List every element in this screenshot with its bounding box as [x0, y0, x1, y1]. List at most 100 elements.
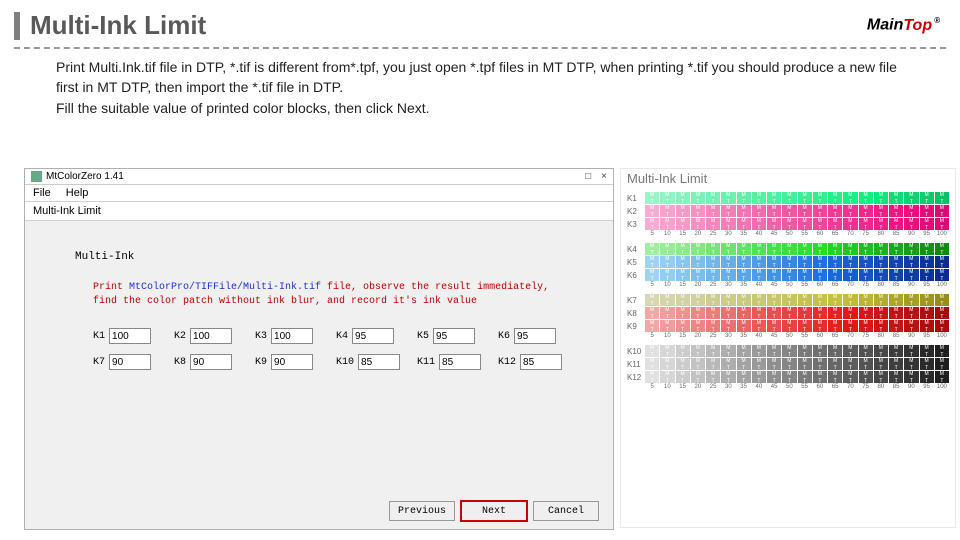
color-swatch: MT [691, 320, 705, 332]
color-swatch: MT [737, 358, 751, 370]
k-input[interactable] [190, 328, 232, 344]
chart-row-label: K4 [627, 245, 645, 254]
color-swatch: MT [660, 205, 674, 217]
k-input[interactable] [352, 328, 394, 344]
color-swatch: MT [889, 371, 903, 383]
color-swatch: MT [920, 269, 934, 281]
color-swatch: MT [752, 307, 766, 319]
color-swatch: MT [828, 205, 842, 217]
divider [14, 47, 946, 49]
menu-help[interactable]: Help [66, 187, 89, 199]
close-icon[interactable]: × [601, 171, 607, 182]
k-label: K7 [93, 357, 105, 368]
color-swatch: MT [874, 192, 888, 204]
k-field-k7: K7 [93, 354, 168, 370]
color-swatch: MT [874, 218, 888, 230]
color-swatch: MT [920, 345, 934, 357]
k-input[interactable] [433, 328, 475, 344]
color-swatch: MT [920, 294, 934, 306]
color-swatch: MT [920, 205, 934, 217]
color-swatch: MT [676, 192, 690, 204]
color-swatch: MT [904, 205, 918, 217]
next-button[interactable]: Next [461, 501, 527, 521]
color-swatch: MT [782, 256, 796, 268]
color-swatch: MT [828, 256, 842, 268]
menu-file[interactable]: File [33, 187, 51, 199]
swatch-strip: MTMTMTMTMTMTMTMTMTMTMTMTMTMTMTMTMTMTMTMT [645, 345, 949, 357]
k-input[interactable] [190, 354, 232, 370]
color-swatch: MT [798, 358, 812, 370]
color-swatch: MT [889, 218, 903, 230]
color-swatch: MT [645, 205, 659, 217]
color-swatch: MT [737, 243, 751, 255]
color-swatch: MT [904, 358, 918, 370]
color-swatch: MT [645, 269, 659, 281]
maximize-icon[interactable]: □ [585, 171, 591, 182]
color-swatch: MT [859, 218, 873, 230]
color-swatch: MT [737, 218, 751, 230]
title-accent [14, 12, 20, 40]
color-swatch: MT [798, 345, 812, 357]
color-swatch: MT [798, 371, 812, 383]
color-swatch: MT [798, 307, 812, 319]
k-input[interactable] [271, 354, 313, 370]
cancel-button[interactable]: Cancel [533, 501, 599, 521]
color-swatch: MT [828, 192, 842, 204]
color-swatch: MT [721, 256, 735, 268]
color-swatch: MT [676, 371, 690, 383]
color-swatch: MT [813, 307, 827, 319]
window-titlebar: MtColorZero 1.41 □ × [25, 169, 613, 185]
color-swatch: MT [889, 256, 903, 268]
app-window: MtColorZero 1.41 □ × File Help Multi-Ink… [24, 168, 614, 530]
color-swatch: MT [676, 205, 690, 217]
color-swatch: MT [660, 243, 674, 255]
color-swatch: MT [691, 256, 705, 268]
k-field-k4: K4 [336, 328, 411, 344]
color-swatch: MT [767, 371, 781, 383]
k-input[interactable] [514, 328, 556, 344]
color-swatch: MT [874, 358, 888, 370]
k-input[interactable] [439, 354, 481, 370]
breadcrumb: Multi-Ink Limit [25, 202, 613, 221]
color-swatch: MT [752, 218, 766, 230]
color-swatch: MT [843, 205, 857, 217]
color-swatch: MT [798, 294, 812, 306]
color-swatch: MT [676, 358, 690, 370]
color-swatch: MT [798, 218, 812, 230]
previous-button[interactable]: Previous [389, 501, 455, 521]
chart-axis: 5101520253035404550556065707580859095100 [645, 384, 949, 390]
k-input[interactable] [109, 328, 151, 344]
k-label: K10 [336, 357, 354, 368]
color-swatch: MT [843, 243, 857, 255]
k-input[interactable] [358, 354, 400, 370]
color-swatch: MT [874, 269, 888, 281]
color-swatch: MT [752, 205, 766, 217]
color-swatch: MT [920, 256, 934, 268]
color-swatch: MT [859, 243, 873, 255]
color-swatch: MT [767, 218, 781, 230]
swatch-strip: MTMTMTMTMTMTMTMTMTMTMTMTMTMTMTMTMTMTMTMT [645, 205, 949, 217]
color-swatch: MT [706, 269, 720, 281]
k-input[interactable] [109, 354, 151, 370]
color-swatch: MT [813, 320, 827, 332]
k-input[interactable] [271, 328, 313, 344]
color-swatch: MT [676, 269, 690, 281]
color-swatch: MT [798, 256, 812, 268]
color-swatch: MT [843, 320, 857, 332]
color-swatch: MT [767, 307, 781, 319]
color-swatch: MT [767, 243, 781, 255]
color-swatch: MT [737, 307, 751, 319]
color-swatch: MT [828, 320, 842, 332]
color-chart: Multi-Ink Limit K1MTMTMTMTMTMTMTMTMTMTMT… [620, 168, 956, 528]
color-swatch: MT [721, 371, 735, 383]
chart-axis: 5101520253035404550556065707580859095100 [645, 231, 949, 237]
color-swatch: MT [904, 307, 918, 319]
k-input[interactable] [520, 354, 562, 370]
color-swatch: MT [904, 371, 918, 383]
color-swatch: MT [676, 218, 690, 230]
k-label: K3 [255, 331, 267, 342]
color-swatch: MT [935, 243, 949, 255]
color-swatch: MT [935, 205, 949, 217]
color-swatch: MT [691, 243, 705, 255]
color-swatch: MT [920, 307, 934, 319]
